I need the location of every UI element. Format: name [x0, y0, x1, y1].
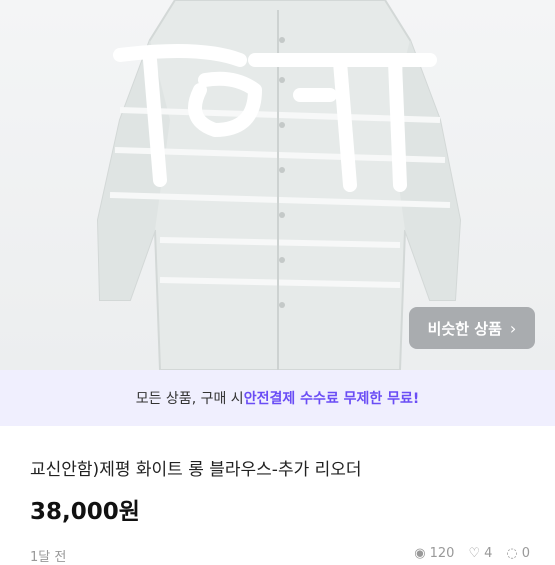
- chats-stat: ◌ 0: [506, 546, 530, 561]
- product-title: 교신안함)제평 화이트 롱 블라우스-추가 리오더: [30, 460, 362, 480]
- likes-stat: ♡ 4: [468, 546, 492, 561]
- likes-count: 4: [484, 546, 493, 561]
- similar-products-label: 비슷한 상품: [427, 319, 502, 338]
- posted-time: 1달 전: [30, 550, 67, 565]
- eye-icon: ◉: [414, 546, 426, 561]
- banner-prefix: 모든 상품, 구매 시: [135, 391, 244, 407]
- product-image[interactable]: 비슷한 상품 ›: [0, 0, 555, 370]
- product-meta: 1달 전 ◉ 120 ♡ 4 ◌ 0: [30, 546, 530, 565]
- chevron-right-icon: ›: [509, 318, 517, 338]
- similar-products-button[interactable]: 비슷한 상품 ›: [409, 307, 535, 349]
- chats-count: 0: [521, 546, 530, 561]
- views-count: 120: [429, 546, 455, 561]
- heart-icon: ♡: [468, 546, 481, 561]
- banner-highlight: 안전결제 수수료 무제한 무료!: [243, 391, 420, 407]
- views-stat: ◉ 120: [414, 546, 454, 561]
- chat-icon: ◌: [506, 546, 518, 561]
- safe-payment-banner[interactable]: 모든 상품, 구매 시 안전결제 수수료 무제한 무료!: [0, 370, 555, 426]
- product-price: 38,000원: [30, 499, 140, 525]
